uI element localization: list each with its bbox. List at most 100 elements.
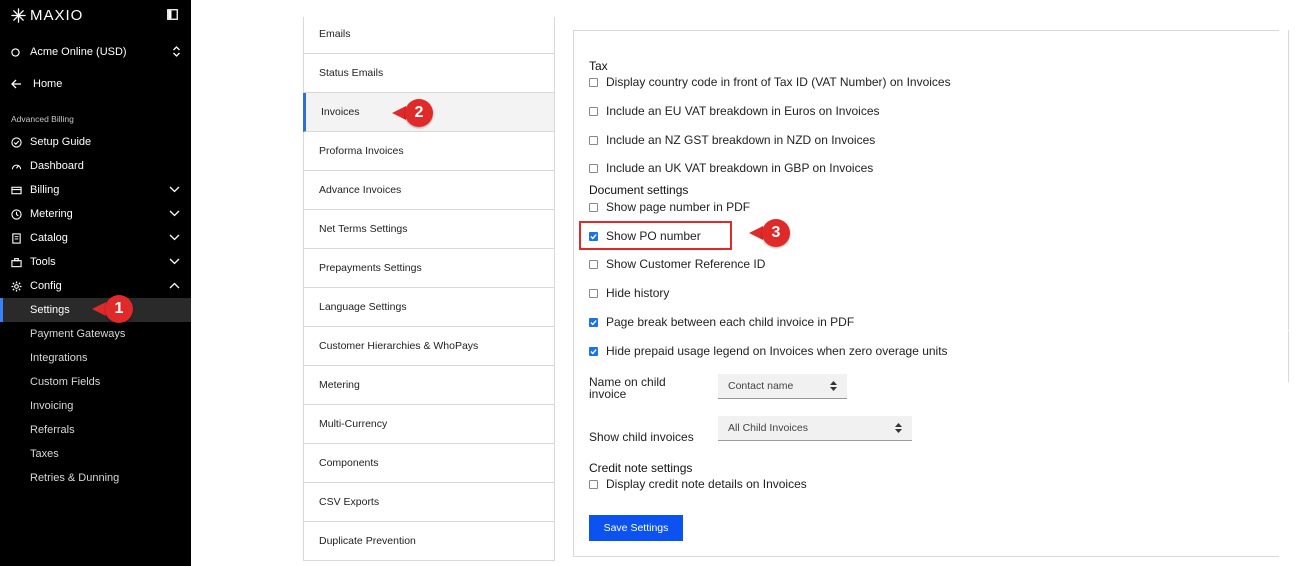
sidebar-item-label: Setup Guide [30,136,92,148]
label-line: invoice [589,387,627,401]
doc-option-page-number[interactable]: Show page number in PDF [589,200,750,214]
checkbox[interactable] [589,479,598,489]
catalog-icon [12,232,21,244]
checkbox-label: Include an UK VAT breakdown in GBP on In… [606,161,874,175]
select-value: All Child Invoices [728,422,808,434]
toolbox-icon [11,257,22,267]
callout-pointer [749,226,763,240]
name-on-child-select[interactable]: Contact name [718,374,847,399]
checkbox[interactable] [589,259,598,269]
sidebar-item-billing[interactable]: Billing [0,178,191,202]
sidebar: MAXIO Acme Online (USD) Home Advanced Bi… [0,0,191,566]
sidebar-item-metering[interactable]: Metering [0,202,191,226]
brand-logo[interactable]: MAXIO [11,7,83,24]
org-label: Acme Online (USD) [30,46,127,58]
tax-option-eu-vat[interactable]: Include an EU VAT breakdown in Euros on … [589,104,880,118]
doc-option-customer-reference[interactable]: Show Customer Reference ID [589,257,765,271]
menu-item-advance-invoices[interactable]: Advance Invoices [304,171,554,210]
arrow-left-icon [11,79,21,89]
menu-item-metering[interactable]: Metering [304,366,554,405]
home-label: Home [33,78,63,90]
checkbox-label: Display country code in front of Tax ID … [606,75,951,89]
checkbox-checked[interactable] [589,346,598,356]
chevron-down-icon [169,210,180,217]
check-circle-icon [11,136,22,148]
document-section-title: Document settings [589,183,689,197]
menu-item-status-emails[interactable]: Status Emails [304,54,554,93]
sidebar-subitem-referrals[interactable]: Referrals [0,418,191,442]
sidebar-item-label: Metering [30,208,73,220]
callout-pointer [392,106,406,120]
tax-section-title: Tax [589,59,608,73]
select-arrows-icon [895,423,902,433]
show-child-invoices-label: Show child invoices [589,430,694,444]
sidebar-item-config[interactable]: Config [0,274,191,298]
menu-item-net-terms-settings[interactable]: Net Terms Settings [304,210,554,249]
chevron-up-icon [169,282,180,289]
doc-option-hide-history[interactable]: Hide history [589,286,669,300]
checkbox[interactable] [589,202,598,212]
sidebar-item-label: Config [30,280,62,292]
sidebar-subitem-payment-gateways[interactable]: Payment Gateways [0,322,191,346]
sidebar-item-label: Catalog [30,232,68,244]
save-settings-button[interactable]: Save Settings [589,515,683,541]
sidebar-subitem-invoicing[interactable]: Invoicing [0,394,191,418]
panel-divider [1288,331,1289,382]
credit-option-details[interactable]: Display credit note details on Invoices [589,477,807,491]
sidebar-subitem-taxes[interactable]: Taxes [0,442,191,466]
checkbox-checked[interactable] [589,317,598,327]
checkbox[interactable] [589,163,598,173]
section-label: Advanced Billing [11,114,74,124]
metering-icon [11,208,22,220]
sidebar-item-catalog[interactable]: Catalog [0,226,191,250]
menu-item-emails[interactable]: Emails [304,17,554,54]
menu-item-multi-currency[interactable]: Multi-Currency [304,405,554,444]
callout-pointer [92,302,106,316]
panel-divider [1288,30,1289,330]
sidebar-item-tools[interactable]: Tools [0,250,191,274]
tax-option-country-code[interactable]: Display country code in front of Tax ID … [589,75,951,89]
tax-option-uk-vat[interactable]: Include an UK VAT breakdown in GBP on In… [589,161,873,175]
select-arrows-icon [830,381,837,391]
menu-item-customer-hierarchies[interactable]: Customer Hierarchies & WhoPays [304,327,554,366]
menu-item-language-settings[interactable]: Language Settings [304,288,554,327]
show-child-invoices-select[interactable]: All Child Invoices [718,416,912,441]
updown-chevron-icon [173,46,180,57]
billing-icon [11,186,22,194]
home-link[interactable]: Home [11,78,62,90]
gear-icon [11,280,22,292]
checkbox[interactable] [589,106,598,116]
checkbox[interactable] [589,135,598,145]
maxio-logo-icon [11,8,26,23]
sidebar-item-label: Dashboard [30,160,84,172]
sidebar-subitem-retries-dunning[interactable]: Retries & Dunning [0,466,191,490]
doc-option-hide-prepaid-legend[interactable]: Hide prepaid usage legend on Invoices wh… [589,344,948,358]
org-switcher[interactable]: Acme Online (USD) [11,44,181,60]
gauge-icon [11,164,22,169]
sidebar-item-setup-guide[interactable]: Setup Guide [0,130,191,154]
checkbox[interactable] [589,77,598,87]
checkbox-label: Page break between each child invoice in… [606,315,855,329]
chevron-down-icon [169,234,180,241]
sidebar-item-dashboard[interactable]: Dashboard [0,154,191,178]
tax-option-nz-gst[interactable]: Include an NZ GST breakdown in NZD on In… [589,133,875,147]
name-on-child-label: Name on child invoice [589,376,666,400]
sidebar-subitem-custom-fields[interactable]: Custom Fields [0,370,191,394]
credit-section-title: Credit note settings [589,461,693,475]
highlight-box [579,221,732,250]
checkbox-label: Show Customer Reference ID [606,257,766,271]
status-circle-icon [11,47,20,57]
sidebar-subitem-integrations[interactable]: Integrations [0,346,191,370]
checkbox-label: Hide prepaid usage legend on Invoices wh… [606,344,948,358]
doc-option-page-break[interactable]: Page break between each child invoice in… [589,315,854,329]
sidebar-item-label: Tools [30,256,56,268]
sidebar-collapse-icon[interactable] [167,9,178,20]
sidebar-item-label: Billing [30,184,60,196]
menu-item-prepayments-settings[interactable]: Prepayments Settings [304,249,554,288]
menu-item-components[interactable]: Components [304,444,554,483]
menu-item-duplicate-prevention[interactable]: Duplicate Prevention [304,522,554,561]
menu-item-proforma-invoices[interactable]: Proforma Invoices [304,132,554,171]
menu-item-csv-exports[interactable]: CSV Exports [304,483,554,522]
select-value: Contact name [728,380,794,392]
checkbox[interactable] [589,288,598,298]
